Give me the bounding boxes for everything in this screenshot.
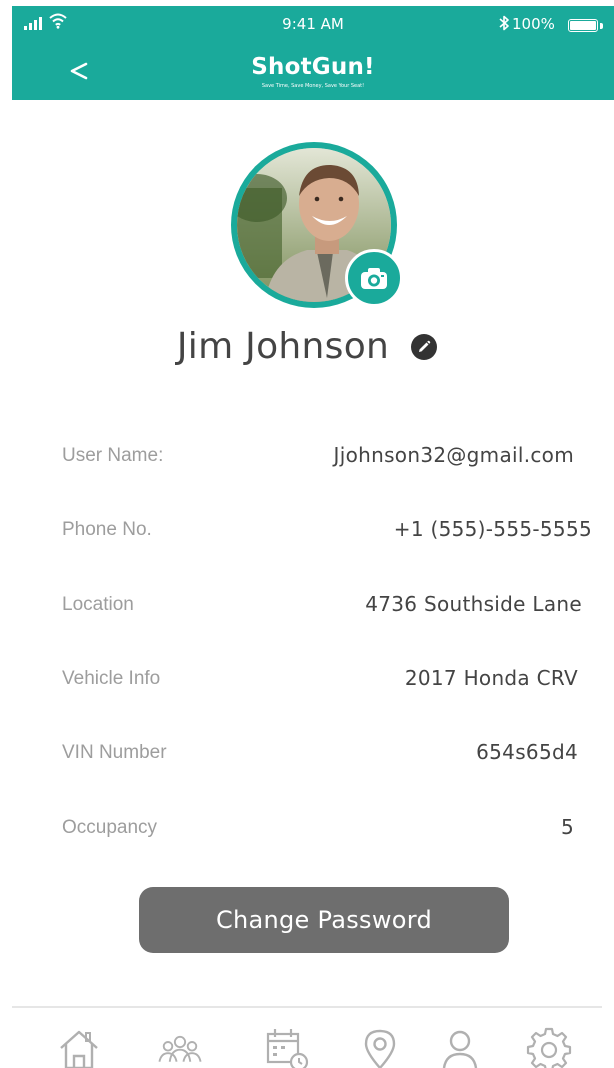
change-password-button[interactable]: Change Password [139, 887, 509, 953]
info-row-occupancy: Occupancy 5 [62, 815, 592, 847]
profile-name: Jim Johnson [176, 326, 390, 367]
field-label: Phone No. [62, 519, 152, 540]
field-value: Jjohnson32@gmail.com [333, 443, 574, 467]
battery-percentage: 100% [512, 15, 555, 33]
home-icon[interactable] [55, 1024, 103, 1068]
pencil-icon [419, 340, 431, 352]
field-label: Vehicle Info [62, 668, 161, 689]
location-pin-icon[interactable] [356, 1024, 404, 1068]
info-row-phone: Phone No. +1 (555)-555-5555 [62, 517, 592, 549]
field-label: User Name: [62, 445, 164, 466]
logo-tagline: Save Time, Save Money, Save Your Seat! [261, 83, 365, 89]
logo-title: ShotGun! [251, 54, 375, 80]
field-label: VIN Number [62, 742, 167, 763]
tab-bar [0, 1010, 614, 1068]
avatar-section [231, 142, 403, 308]
calendar-icon[interactable] [263, 1024, 311, 1068]
info-row-vehicle-info: Vehicle Info 2017 Honda CRV [62, 666, 592, 698]
field-value: +1 (555)-555-5555 [393, 517, 592, 541]
profile-icon[interactable] [436, 1024, 484, 1068]
field-value: 5 [560, 815, 574, 839]
info-row-location: Location 4736 Southside Lane [62, 592, 592, 624]
status-bar: 9:41 AM 100% [12, 6, 614, 42]
settings-icon[interactable] [525, 1024, 573, 1068]
bluetooth-icon [499, 15, 509, 31]
field-value: 4736 Southside Lane [365, 592, 582, 616]
app-logo: ShotGun! Save Time, Save Money, Save You… [12, 54, 614, 90]
info-row-user-name: User Name: Jjohnson32@gmail.com [62, 443, 592, 475]
battery-icon [568, 19, 598, 32]
edit-name-button[interactable] [411, 333, 438, 360]
field-label: Location [62, 594, 134, 615]
field-value: 654s65d4 [476, 740, 578, 764]
change-photo-button[interactable] [345, 249, 403, 307]
app-header: 9:41 AM 100% < ShotGun! Save Time, Save … [12, 6, 614, 100]
info-row-vin-number: VIN Number 654s65d4 [62, 740, 592, 772]
field-label: Occupancy [62, 817, 158, 838]
group-icon[interactable] [156, 1024, 204, 1068]
tab-bar-divider [12, 1006, 602, 1008]
field-value: 2017 Honda CRV [404, 666, 578, 690]
profile-name-row: Jim Johnson [0, 326, 614, 367]
camera-icon [361, 268, 387, 289]
